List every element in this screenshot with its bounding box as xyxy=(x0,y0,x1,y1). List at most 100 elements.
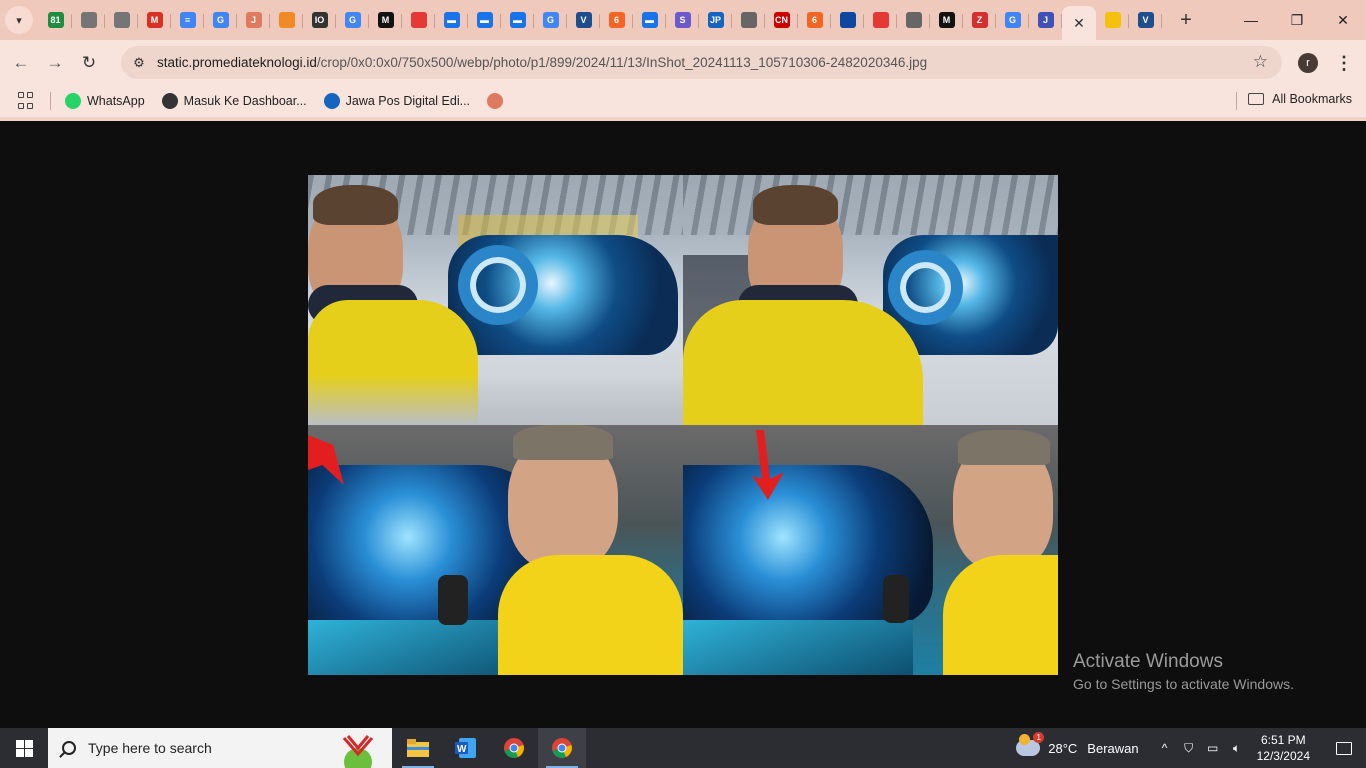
minimize-button[interactable]: — xyxy=(1228,0,1274,40)
sheets-icon: 81 xyxy=(47,12,64,28)
tab-yellow[interactable] xyxy=(1096,4,1129,36)
activate-windows-title: Activate Windows xyxy=(1073,651,1223,672)
volume-icon[interactable]: 🔈︎ xyxy=(1225,741,1249,756)
weather-temperature: 28°C xyxy=(1048,740,1078,756)
tab-six-1[interactable]: 6 xyxy=(600,4,633,36)
browser-menu-icon[interactable]: ⋮ xyxy=(1334,50,1354,76)
reload-button[interactable]: ↻ xyxy=(72,46,106,80)
search-highlight-icon xyxy=(342,735,374,768)
bookmark-whatsapp[interactable]: WhatsApp xyxy=(65,93,145,109)
tab-cnn[interactable]: CN xyxy=(765,4,798,36)
weather-widget[interactable]: 1 28°C Berawan xyxy=(1016,732,1139,756)
notification-icon xyxy=(1336,741,1352,755)
word-icon: W xyxy=(455,738,476,758)
bookmark-label: WhatsApp xyxy=(87,94,145,108)
tab-m-1[interactable]: M xyxy=(369,4,402,36)
tab-gmail[interactable]: M xyxy=(138,4,171,36)
network-icon[interactable]: ▭ xyxy=(1201,741,1225,755)
io-icon: IO xyxy=(311,12,328,28)
taskbar-clock[interactable]: 6:51 PM 12/3/2024 xyxy=(1257,732,1310,764)
tab-bird[interactable]: S xyxy=(666,4,699,36)
tray-chevron-icon[interactable]: ^ xyxy=(1153,741,1177,755)
tab-jp[interactable]: JP xyxy=(699,4,732,36)
tab-search-button[interactable]: ▾ xyxy=(5,6,33,34)
tab-google-2[interactable]: G xyxy=(336,4,369,36)
tab-orange[interactable] xyxy=(270,4,303,36)
bookmark-jawapos[interactable]: Jawa Pos Digital Edi... xyxy=(323,93,470,109)
tab-active[interactable]: ✕ xyxy=(1062,6,1096,40)
back-button[interactable]: ← xyxy=(4,46,38,80)
news-icon: ▬ xyxy=(641,12,658,28)
window-close-button[interactable]: ✕ xyxy=(1320,0,1366,40)
tab-google-4[interactable]: G xyxy=(996,4,1029,36)
chrome-active-taskbar-button[interactable] xyxy=(538,728,586,768)
shield-icon xyxy=(740,12,757,28)
start-button[interactable] xyxy=(0,728,48,768)
bookmark-star-icon[interactable]: ☆ xyxy=(1253,52,1268,72)
tab-io[interactable]: IO xyxy=(303,4,336,36)
news-icon: ▬ xyxy=(476,12,493,28)
network-security-icon[interactable]: ⛉ xyxy=(1177,741,1201,756)
bookmark-dashboard[interactable]: Masuk Ke Dashboar... xyxy=(161,93,307,109)
tab-v-2[interactable]: V xyxy=(1129,4,1162,36)
bookmarks-bar: WhatsApp Masuk Ke Dashboar... Jawa Pos Dig… xyxy=(0,85,1366,117)
system-tray: 1 28°C Berawan ^ ⛉ ▭ 🔈︎ 6:51 PM 12/3/202… xyxy=(1016,728,1366,768)
tab-list: 81 M ≡ G J IO G M ▬ ▬ ▬ G V 6 ▬ S JP CN 6 M Z G J ✕ V xyxy=(39,0,1162,40)
jp-icon xyxy=(323,93,340,109)
back-arrow-icon: ← xyxy=(12,52,30,72)
displayed-photo[interactable] xyxy=(308,175,1058,675)
tab-jdn[interactable]: J xyxy=(237,4,270,36)
url-text[interactable]: static.promediateknologi.id/crop/0x0:0x0… xyxy=(157,55,927,70)
site-info-icon[interactable]: ⚙ xyxy=(128,55,150,71)
bird-icon: S xyxy=(674,12,691,28)
weather-badge: 1 xyxy=(1033,732,1045,743)
tab-m-2[interactable]: M xyxy=(930,4,963,36)
jdn-icon: J xyxy=(245,12,262,28)
bookmark-jdn[interactable] xyxy=(487,93,509,109)
tab-jm[interactable]: J xyxy=(1029,4,1062,36)
tab-v[interactable]: V xyxy=(567,4,600,36)
new-tab-button[interactable]: + xyxy=(1172,6,1200,34)
tab-globe-2[interactable] xyxy=(105,4,138,36)
tab-news-4[interactable]: ▬ xyxy=(633,4,666,36)
tab-google-3[interactable]: G xyxy=(534,4,567,36)
file-explorer-taskbar-button[interactable] xyxy=(394,728,442,768)
weather-cloud-icon: 1 xyxy=(1016,732,1045,756)
v-logo-icon: V xyxy=(575,12,592,28)
m-logo-icon: M xyxy=(377,12,394,28)
taskbar-search-box[interactable]: Type here to search xyxy=(48,728,392,768)
clock-time: 6:51 PM xyxy=(1260,733,1306,747)
tab-six-2[interactable]: 6 xyxy=(798,4,831,36)
tab-shield-1[interactable] xyxy=(732,4,765,36)
tab-z[interactable]: Z xyxy=(963,4,996,36)
all-bookmarks-button[interactable]: All Bookmarks xyxy=(1248,92,1352,106)
word-taskbar-button[interactable]: W xyxy=(442,728,490,768)
profile-avatar[interactable]: r xyxy=(1298,53,1318,73)
tab-circle[interactable] xyxy=(831,4,864,36)
tab-news-2[interactable]: ▬ xyxy=(468,4,501,36)
chrome-taskbar-button[interactable] xyxy=(490,728,538,768)
apps-grid-icon[interactable] xyxy=(18,92,36,110)
tab-docs[interactable]: ≡ xyxy=(171,4,204,36)
z-logo-icon: Z xyxy=(971,12,988,28)
tab-red-ball-2[interactable] xyxy=(864,4,897,36)
tab-close-icon[interactable]: ✕ xyxy=(1073,15,1085,32)
whatsapp-icon xyxy=(65,93,81,109)
restore-button[interactable]: ❐ xyxy=(1274,0,1320,40)
v-logo-icon: V xyxy=(1137,12,1154,28)
notifications-button[interactable] xyxy=(1322,728,1366,768)
tab-globe-1[interactable] xyxy=(72,4,105,36)
google-icon: G xyxy=(1004,12,1021,28)
tab-sheets[interactable]: 81 xyxy=(39,4,72,36)
tab-shield-2[interactable] xyxy=(897,4,930,36)
forward-button[interactable]: → xyxy=(38,46,72,80)
tab-news-1[interactable]: ▬ xyxy=(435,4,468,36)
tab-red-ball-1[interactable] xyxy=(402,4,435,36)
all-bookmarks-label: All Bookmarks xyxy=(1272,92,1352,106)
tab-google-1[interactable]: G xyxy=(204,4,237,36)
minimize-icon: — xyxy=(1244,12,1258,28)
address-bar[interactable]: ⚙ static.promediateknologi.id/crop/0x0:0… xyxy=(121,46,1282,79)
tab-news-3[interactable]: ▬ xyxy=(501,4,534,36)
google-icon: G xyxy=(344,12,361,28)
bookmark-label: Masuk Ke Dashboar... xyxy=(183,94,307,108)
